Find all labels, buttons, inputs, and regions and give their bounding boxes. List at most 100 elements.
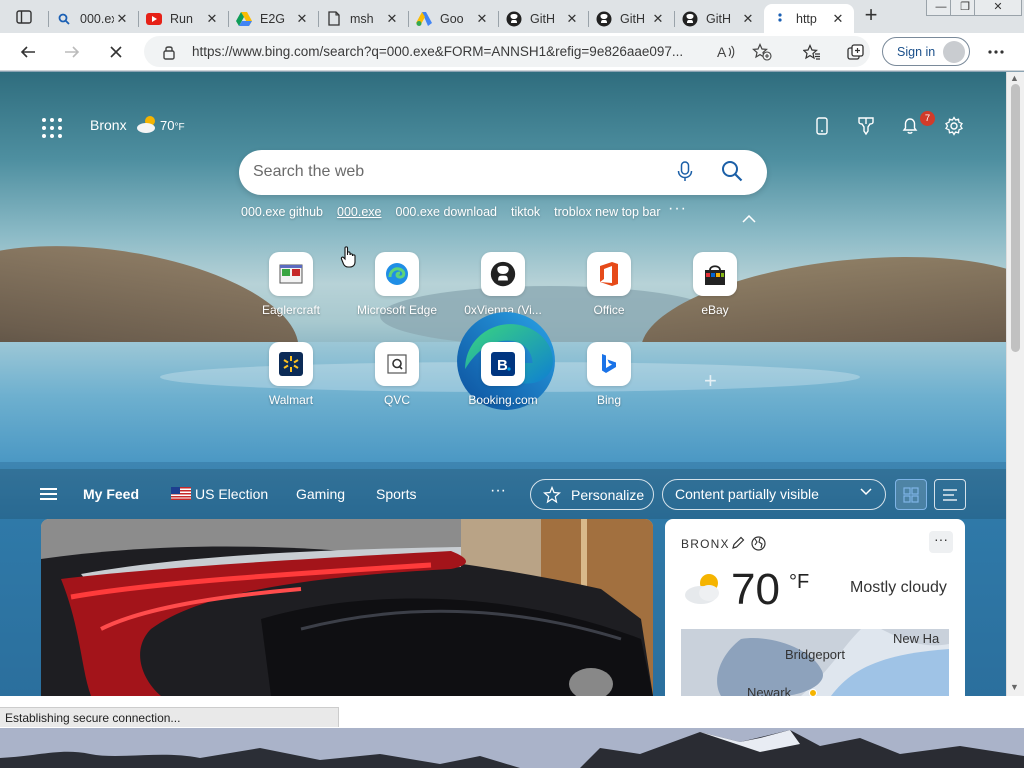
read-aloud-icon[interactable]: A: [716, 42, 736, 62]
favorites-button[interactable]: [798, 39, 826, 65]
add-favorite-icon[interactable]: [752, 42, 772, 62]
tab-5[interactable]: GitH ✕: [498, 4, 588, 33]
quick-link-ebay[interactable]: eBay: [665, 252, 765, 317]
personalize-label: Personalize: [571, 486, 645, 503]
scroll-down-arrow-icon[interactable]: ▼: [1010, 682, 1019, 692]
feed-tab-sports[interactable]: Sports: [376, 486, 416, 502]
settings-more-button[interactable]: [982, 39, 1010, 65]
weather-location[interactable]: Bronx: [90, 117, 127, 133]
trending-link[interactable]: 000.exe download: [396, 205, 497, 219]
tab-6[interactable]: GitH ✕: [588, 4, 674, 33]
tab-3[interactable]: msh ✕: [318, 4, 408, 33]
close-window-button[interactable]: ✕: [974, 0, 1022, 16]
tab-0[interactable]: 000.exe ✕: [48, 4, 138, 33]
app-launcher-button[interactable]: [42, 118, 62, 138]
mobile-icon[interactable]: [810, 114, 834, 138]
stop-loading-button[interactable]: [102, 39, 130, 65]
weather-temperature[interactable]: 70°F: [160, 118, 185, 133]
rewards-icon[interactable]: [854, 114, 878, 138]
close-tab-icon[interactable]: ✕: [114, 11, 130, 27]
weather-city: BRONX: [681, 537, 730, 551]
map-label: New Ha: [893, 631, 940, 646]
desktop-wallpaper: [0, 728, 1024, 768]
weather-map[interactable]: Bridgeport New Ha Newark: [681, 629, 949, 696]
temperature-value: 70: [160, 118, 175, 133]
trending-link[interactable]: tiktok: [511, 205, 540, 219]
google-drive-icon: [236, 11, 252, 27]
feed-tab-gaming[interactable]: Gaming: [296, 486, 345, 502]
globe-icon[interactable]: [751, 536, 766, 554]
notifications-bell-icon[interactable]: [898, 114, 922, 138]
tab-4[interactable]: Goo ✕: [408, 4, 498, 33]
featured-news-card[interactable]: [41, 519, 653, 696]
trending-link[interactable]: 000.exe: [337, 205, 381, 219]
tab-1[interactable]: Run ✕: [138, 4, 228, 33]
tab-8-active[interactable]: http ✕: [764, 4, 854, 33]
scrollbar-thumb[interactable]: [1011, 84, 1020, 352]
weather-card[interactable]: BRONX ··· 70 °F Mostly cloudy Bridgeport…: [665, 519, 965, 696]
tab-separator: [588, 11, 589, 27]
map-label: Bridgeport: [785, 647, 845, 662]
weather-more-button[interactable]: ···: [929, 531, 953, 553]
close-tab-icon[interactable]: ✕: [740, 11, 756, 27]
content-visibility-dropdown[interactable]: Content partially visible: [662, 479, 886, 510]
feed-tab-my-feed[interactable]: My Feed: [83, 486, 139, 502]
address-bar[interactable]: https://www.bing.com/search?q=000.exe&FO…: [144, 36, 870, 67]
quick-link-eaglercraft[interactable]: Eaglercraft: [241, 252, 341, 317]
quick-link-label: Microsoft Edge: [356, 303, 438, 317]
page-settings-gear-icon[interactable]: [942, 114, 966, 138]
url-text[interactable]: https://www.bing.com/search?q=000.exe&FO…: [192, 44, 712, 59]
menu-hamburger-icon[interactable]: [40, 488, 57, 500]
tab-title: GitH: [530, 11, 555, 26]
quick-link-microsoft-edge[interactable]: Microsoft Edge: [347, 252, 447, 317]
tab-title: Goo: [440, 11, 464, 26]
close-tab-icon[interactable]: ✕: [830, 11, 846, 27]
quick-link-bing[interactable]: Bing: [559, 342, 659, 407]
vertical-scrollbar[interactable]: ▲ ▼: [1006, 72, 1024, 696]
search-input[interactable]: [253, 159, 653, 185]
more-horizontal-icon: [988, 50, 1004, 54]
us-flag-icon: [171, 487, 191, 503]
collapse-chevron-up-icon[interactable]: [742, 212, 756, 226]
lock-icon[interactable]: [162, 44, 176, 63]
back-button[interactable]: [14, 39, 42, 65]
web-search-box: [239, 150, 767, 195]
close-tab-icon[interactable]: ✕: [474, 11, 490, 27]
workspaces-button[interactable]: [8, 6, 40, 28]
search-icon[interactable]: [721, 160, 743, 185]
sign-in-button[interactable]: Sign in: [882, 37, 970, 66]
trending-more-button[interactable]: ···: [668, 200, 687, 218]
add-quick-link-button[interactable]: +: [704, 368, 717, 394]
edit-pencil-icon[interactable]: [731, 536, 745, 553]
collections-button[interactable]: [842, 39, 870, 65]
quick-link-label: Bing: [596, 393, 622, 407]
close-tab-icon[interactable]: ✕: [204, 11, 220, 27]
tab-separator: [318, 11, 319, 27]
forward-button[interactable]: [58, 39, 86, 65]
scroll-up-arrow-icon[interactable]: ▲: [1010, 73, 1019, 83]
ebay-icon: [693, 252, 737, 296]
tab-2[interactable]: E2G ✕: [228, 4, 318, 33]
close-tab-icon[interactable]: ✕: [384, 11, 400, 27]
personalize-button[interactable]: Personalize: [530, 479, 654, 510]
tab-separator: [228, 11, 229, 27]
close-tab-icon[interactable]: ✕: [294, 11, 310, 27]
feed-tab-us-election[interactable]: US Election: [195, 486, 268, 502]
tab-7[interactable]: GitH ✕: [674, 4, 764, 33]
quick-link-walmart[interactable]: Walmart: [241, 342, 341, 407]
microphone-icon[interactable]: [677, 161, 693, 186]
tab-strip: 000.exe ✕ Run ✕ E2G ✕ msh ✕ Goo ✕ GitH ✕…: [0, 0, 1024, 33]
quick-link-qvc[interactable]: QVC: [347, 342, 447, 407]
quick-link-booking[interactable]: B Booking.com: [453, 342, 553, 407]
quick-link-office[interactable]: Office: [559, 252, 659, 317]
loading-icon: [772, 11, 788, 27]
quick-link-0xvienna[interactable]: 0xVienna (Vi...: [453, 252, 553, 317]
trending-link[interactable]: troblox new top bar: [554, 205, 660, 219]
close-tab-icon[interactable]: ✕: [564, 11, 580, 27]
feed-more-button[interactable]: ···: [490, 482, 506, 500]
grid-layout-button[interactable]: [895, 479, 927, 510]
trending-link[interactable]: 000.exe github: [241, 205, 323, 219]
new-tab-button[interactable]: +: [858, 4, 884, 28]
list-layout-button[interactable]: [934, 479, 966, 510]
close-tab-icon[interactable]: ✕: [650, 11, 666, 27]
